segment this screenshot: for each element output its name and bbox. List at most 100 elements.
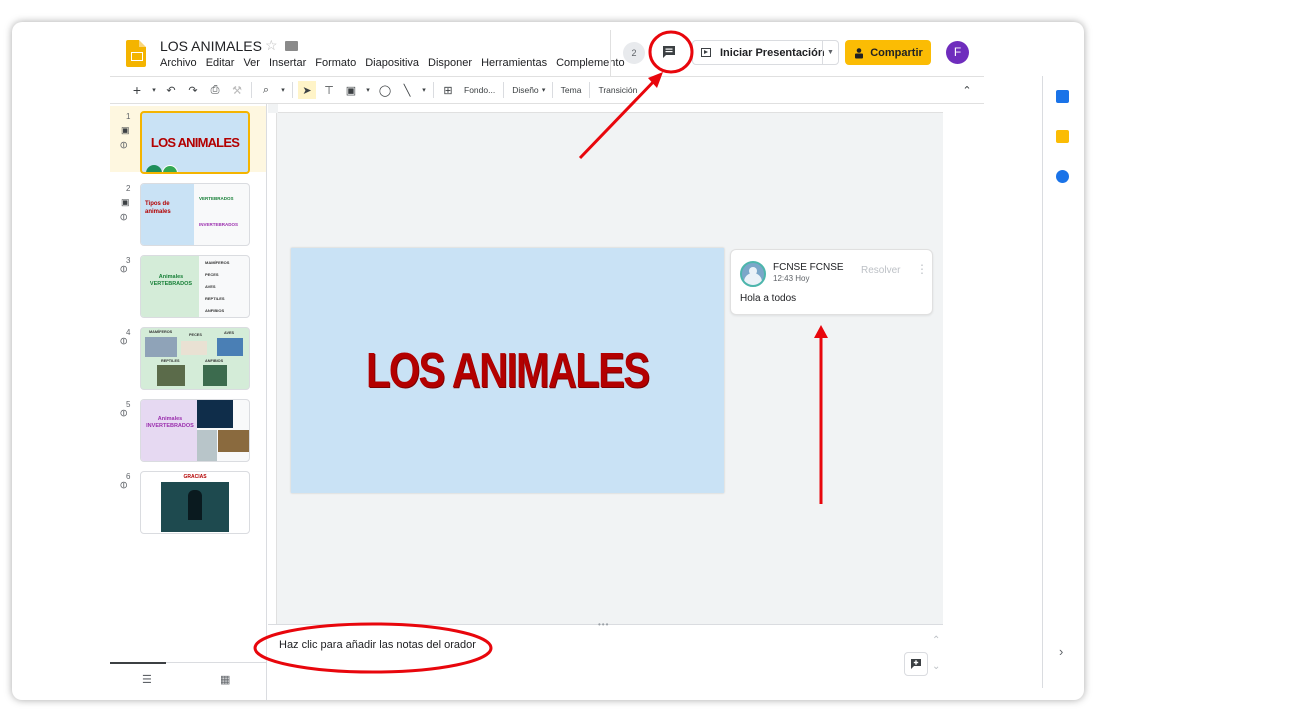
slide-thumbnail[interactable]: GRACIAS bbox=[140, 471, 250, 534]
transition-button[interactable]: Transición bbox=[595, 81, 640, 99]
slide-canvas: LOS ANIMALES FCNSE FCNSE 12:43 Hoy Resol… bbox=[268, 104, 943, 624]
menu-archivo[interactable]: Archivo bbox=[160, 57, 197, 69]
theme-button[interactable]: Tema bbox=[558, 81, 585, 99]
slide-thumbnail-row[interactable]: 1 ▣ ⊘ LOS ANIMALES bbox=[110, 106, 266, 174]
slide-number: 2 bbox=[126, 184, 131, 193]
slide-number: 1 bbox=[126, 112, 131, 121]
slide-thumbnail-row[interactable]: 6 ⊘ GRACIAS bbox=[110, 466, 266, 534]
toolbar-divider bbox=[433, 82, 434, 98]
thumb-image bbox=[203, 365, 227, 386]
thumb-title: LOS ANIMALES bbox=[150, 135, 240, 150]
thumb-image bbox=[197, 430, 217, 461]
folder-icon[interactable] bbox=[285, 41, 298, 51]
slide-number: 4 bbox=[126, 328, 131, 337]
collaborators-badge[interactable]: 2 bbox=[623, 42, 645, 64]
thumb-label: MAMÍFEROS bbox=[149, 330, 173, 334]
menu-disponer[interactable]: Disponer bbox=[428, 57, 472, 69]
thumb-item: REPTILES bbox=[205, 296, 225, 301]
text-box-icon[interactable]: ⊤ bbox=[320, 81, 338, 99]
tasks-icon[interactable] bbox=[1056, 170, 1069, 183]
slide-thumbnail[interactable]: Animales INVERTEBRADOS bbox=[140, 399, 250, 462]
slide-thumbnail-row[interactable]: 3 ⊘ Animales VERTEBRADOS MAMÍFEROS PECES… bbox=[110, 250, 266, 318]
slide-thumbnail[interactable]: Animales VERTEBRADOS MAMÍFEROS PECES AVE… bbox=[140, 255, 250, 318]
thumb-label: ANFIBIOS bbox=[205, 359, 224, 363]
resolve-button[interactable]: Resolver bbox=[861, 265, 900, 276]
shape-icon[interactable]: ◯ bbox=[376, 81, 394, 99]
menu-complementos[interactable]: Complemento bbox=[556, 57, 624, 69]
slide-thumbnail[interactable]: Tipos de animales VERTEBRADOS INVERTEBRA… bbox=[140, 183, 250, 246]
layout-button[interactable]: Diseño bbox=[509, 81, 541, 99]
slide-thumbnail-row[interactable]: 5 ⊘ Animales INVERTEBRADOS bbox=[110, 394, 266, 462]
slide-thumbnail-row[interactable]: 4 ⊘ MAMÍFEROS PECES AVES REPTILES ANFIBI… bbox=[110, 322, 266, 390]
slide-title[interactable]: LOS ANIMALES bbox=[366, 343, 650, 399]
vertical-ruler[interactable] bbox=[268, 113, 277, 624]
image-icon[interactable]: ▣ bbox=[342, 81, 360, 99]
image-dropdown[interactable]: ▾ bbox=[364, 81, 372, 99]
comment-indicator-icon: ▣ bbox=[121, 125, 130, 135]
thumb-image bbox=[157, 365, 185, 386]
zoom-dropdown[interactable]: ▾ bbox=[279, 81, 287, 99]
add-comment-icon bbox=[911, 659, 921, 669]
thumb-label: PECES bbox=[189, 333, 202, 337]
account-avatar[interactable]: F bbox=[946, 41, 969, 64]
expand-panel-icon[interactable]: › bbox=[1059, 644, 1063, 659]
add-comment-icon[interactable]: ⊞ bbox=[439, 81, 457, 99]
comment-text: Hola a todos bbox=[740, 293, 797, 304]
keep-icon[interactable] bbox=[1056, 130, 1069, 143]
current-slide[interactable]: LOS ANIMALES bbox=[291, 248, 724, 493]
thumb-figure bbox=[188, 490, 202, 520]
add-comment-button[interactable] bbox=[904, 652, 928, 676]
menu-herramientas[interactable]: Herramientas bbox=[481, 57, 547, 69]
zoom-icon[interactable]: ⌕ bbox=[257, 81, 275, 99]
thumb-image bbox=[217, 338, 243, 356]
comment-history-button[interactable] bbox=[657, 40, 681, 64]
layout-dropdown[interactable]: ▾ bbox=[541, 81, 547, 99]
slide-thumbnail[interactable]: MAMÍFEROS PECES AVES REPTILES ANFIBIOS bbox=[140, 327, 250, 390]
slides-app: LOS ANIMALES ☆ Archivo Editar Ver Insert… bbox=[110, 22, 1069, 700]
link-icon: ⊘ bbox=[117, 138, 132, 153]
slide-thumbnail[interactable]: LOS ANIMALES bbox=[140, 111, 250, 174]
new-slide-button[interactable]: + bbox=[128, 81, 146, 99]
menu-formato[interactable]: Formato bbox=[315, 57, 356, 69]
document-title[interactable]: LOS ANIMALES bbox=[160, 38, 262, 54]
paint-format-icon[interactable]: ⚒ bbox=[228, 81, 246, 99]
notes-resize-handle[interactable]: ••• bbox=[598, 620, 609, 629]
line-icon[interactable]: ╲ bbox=[398, 81, 416, 99]
line-dropdown[interactable]: ▾ bbox=[420, 81, 428, 99]
redo-icon[interactable]: ↷ bbox=[184, 81, 202, 99]
new-slide-dropdown[interactable]: ▾ bbox=[150, 81, 158, 99]
undo-icon[interactable]: ↶ bbox=[162, 81, 180, 99]
scroll-down-icon[interactable]: ⌄ bbox=[932, 661, 940, 672]
slide-number: 6 bbox=[126, 472, 131, 481]
menu-ver[interactable]: Ver bbox=[243, 57, 260, 69]
share-label: Compartir bbox=[870, 46, 923, 59]
background-button[interactable]: Fondo... bbox=[461, 81, 498, 99]
menu-editar[interactable]: Editar bbox=[206, 57, 235, 69]
present-dropdown-button[interactable]: ▼ bbox=[822, 41, 838, 64]
comment-card[interactable]: FCNSE FCNSE 12:43 Hoy Resolver ⋮ Hola a … bbox=[730, 249, 933, 315]
collapse-toolbar-icon[interactable]: ⌃ bbox=[958, 81, 976, 99]
view-tab-indicator bbox=[110, 662, 166, 664]
print-icon[interactable]: ⎙ bbox=[206, 81, 224, 99]
slide-thumbnail-row[interactable]: 2 ▣ ⊘ Tipos de animales VERTEBRADOS INVE… bbox=[110, 178, 266, 246]
present-button[interactable]: Iniciar Presentación ▼ bbox=[692, 40, 839, 65]
share-button[interactable]: Compartir bbox=[845, 40, 931, 65]
comment-indicator-icon: ▣ bbox=[121, 197, 130, 207]
speaker-notes-placeholder[interactable]: Haz clic para añadir las notas del orado… bbox=[279, 639, 476, 651]
horizontal-ruler[interactable] bbox=[278, 104, 943, 113]
more-options-icon[interactable]: ⋮ bbox=[916, 262, 928, 276]
star-icon[interactable]: ☆ bbox=[265, 37, 278, 54]
thumb-item: PECES bbox=[205, 272, 219, 277]
calendar-icon[interactable] bbox=[1056, 90, 1069, 103]
grid-view-icon[interactable]: ▦ bbox=[220, 673, 230, 686]
thumb-label: REPTILES bbox=[161, 359, 180, 363]
filmstrip-view-icon[interactable]: ☰ bbox=[142, 673, 152, 686]
menu-diapositiva[interactable]: Diapositiva bbox=[365, 57, 419, 69]
slides-logo-icon[interactable] bbox=[126, 40, 146, 67]
speaker-notes[interactable]: ••• Haz clic para añadir las notas del o… bbox=[268, 620, 943, 688]
menu-insertar[interactable]: Insertar bbox=[269, 57, 306, 69]
select-tool-icon[interactable]: ➤ bbox=[298, 81, 316, 99]
thumb-item: AVES bbox=[205, 284, 216, 289]
scroll-up-icon[interactable]: ⌃ bbox=[932, 635, 940, 646]
collaborator-avatar bbox=[162, 165, 178, 172]
